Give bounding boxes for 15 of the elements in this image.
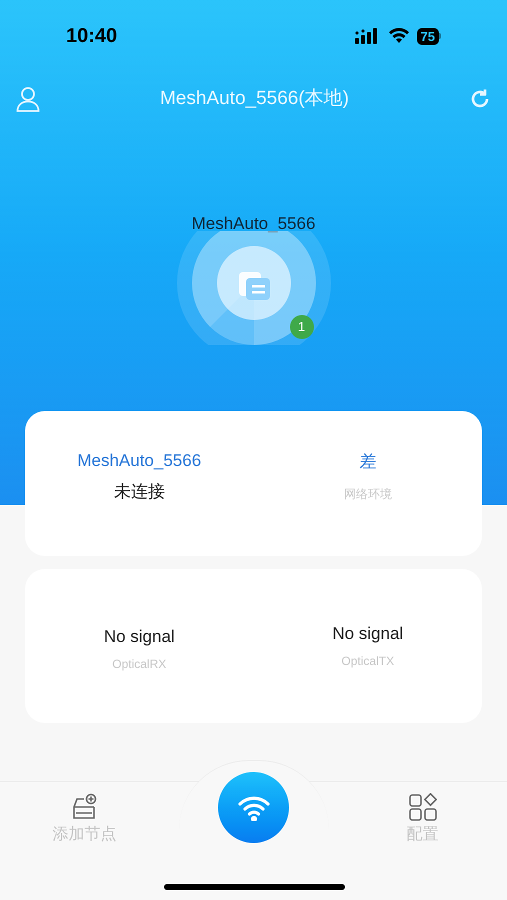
wifi-icon [388, 28, 410, 44]
refresh-icon[interactable] [468, 88, 491, 110]
router-node-drawing[interactable] [176, 230, 332, 344]
optical-value: No signal [104, 626, 175, 648]
quality-value: 差 [359, 451, 376, 474]
connection-status: 未连接 [114, 481, 165, 503]
optical-value: No signal [332, 622, 404, 645]
apps-icon [408, 793, 436, 821]
status-time: 10:40 [66, 24, 118, 49]
user-icon[interactable] [16, 86, 40, 112]
wifi-icon [236, 794, 270, 820]
nav-title: MeshAuto_5566(本地) [160, 86, 350, 111]
add-device-icon [72, 793, 98, 821]
network-name: MeshAuto_5566 [77, 450, 202, 472]
device-name: MeshAuto_5566 [192, 213, 316, 235]
